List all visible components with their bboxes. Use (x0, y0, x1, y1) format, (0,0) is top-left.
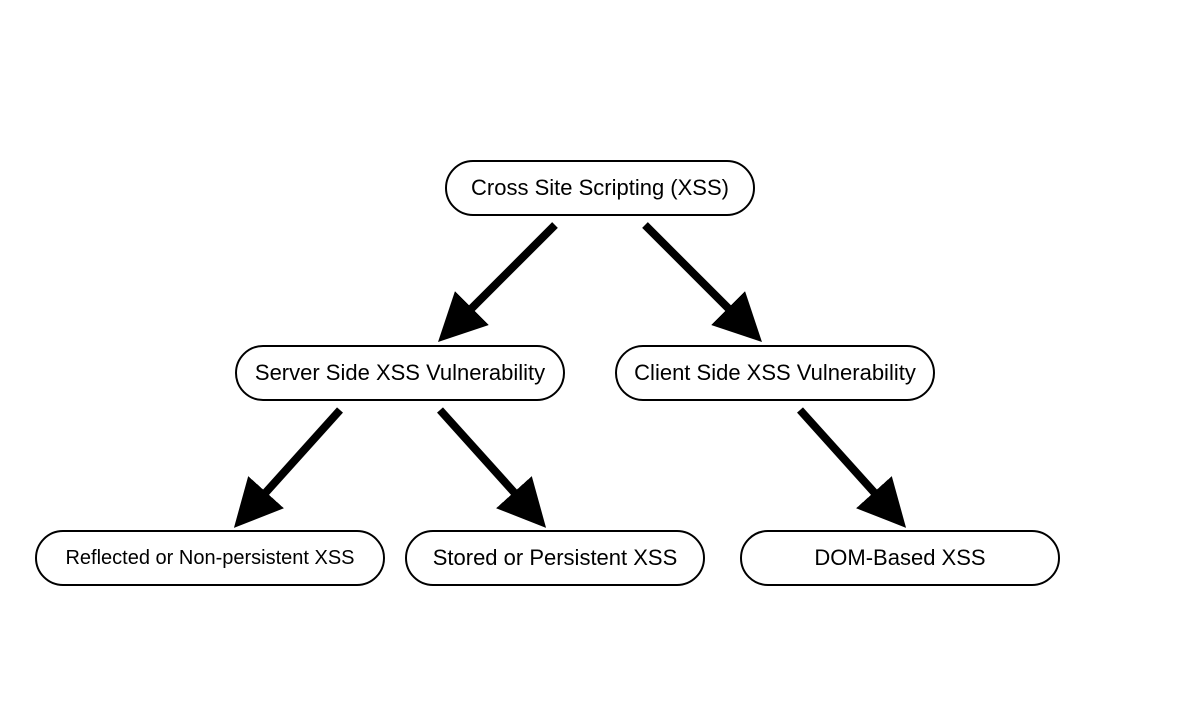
node-client: Client Side XSS Vulnerability (615, 345, 935, 401)
node-server-label: Server Side XSS Vulnerability (255, 360, 545, 386)
node-reflected-label: Reflected or Non-persistent XSS (65, 547, 354, 570)
node-stored: Stored or Persistent XSS (405, 530, 705, 586)
node-reflected: Reflected or Non-persistent XSS (35, 530, 385, 586)
node-root: Cross Site Scripting (XSS) (445, 160, 755, 216)
arrow-root-to-server (0, 0, 1200, 702)
arrow-root-to-client (0, 0, 1200, 702)
node-root-label: Cross Site Scripting (XSS) (471, 175, 729, 201)
arrow-server-to-stored (0, 0, 1200, 702)
node-stored-label: Stored or Persistent XSS (433, 545, 678, 571)
node-client-label: Client Side XSS Vulnerability (634, 360, 916, 386)
node-dom-label: DOM-Based XSS (814, 545, 985, 571)
node-dom: DOM-Based XSS (740, 530, 1060, 586)
arrow-client-to-dom (0, 0, 1200, 702)
node-server: Server Side XSS Vulnerability (235, 345, 565, 401)
arrow-server-to-reflected (0, 0, 1200, 702)
